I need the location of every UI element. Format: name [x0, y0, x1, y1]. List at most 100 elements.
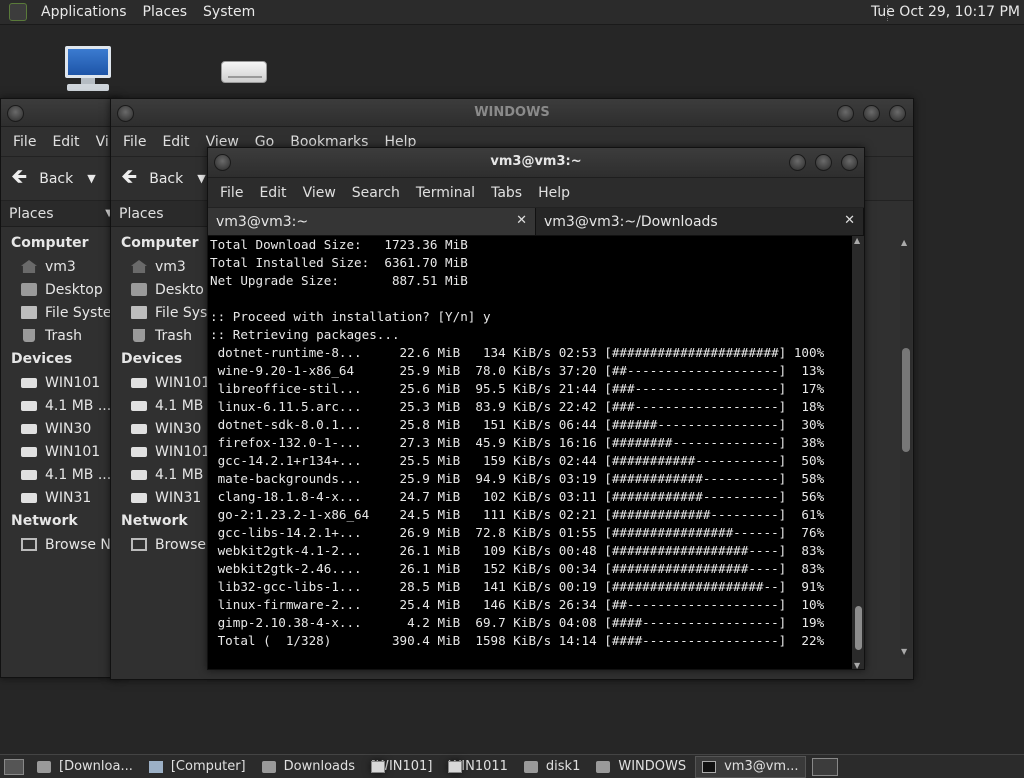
task-button[interactable]: Downloads [255, 756, 362, 778]
sidebar-item-device[interactable]: WIN31 [111, 486, 211, 509]
menu-edit[interactable]: Edit [44, 134, 87, 150]
scroll-up-icon[interactable]: ▲ [901, 238, 907, 247]
sidebar-item-browse-network[interactable]: Browse [111, 533, 211, 556]
sidebar-item-filesystem[interactable]: File Sys [111, 301, 211, 324]
task-button[interactable]: [Computer] [142, 756, 253, 778]
minimize-icon[interactable] [837, 105, 854, 122]
sidebar-item-device[interactable]: WIN101 [1, 371, 119, 394]
terminal-output[interactable]: Total Download Size: 1723.36 MiB Total I… [208, 236, 852, 669]
sidebar-item-label: WIN101 [155, 374, 211, 391]
sidebar-item-desktop[interactable]: Deskto [111, 278, 211, 301]
places-label: Places [9, 205, 54, 222]
chevron-down-icon[interactable]: ▼ [87, 172, 95, 185]
window-titlebar[interactable]: WINDOWS [111, 99, 913, 127]
places-menu[interactable]: Places [135, 4, 196, 20]
clock[interactable]: Tue Oct 29, 10:17 PM [871, 4, 1020, 20]
file-view-scrollbar[interactable]: ▲ ▼ [900, 238, 912, 658]
sidebar-item-device[interactable]: WIN101 [1, 440, 119, 463]
menu-file[interactable]: File [212, 185, 251, 201]
drive-icon [131, 377, 147, 388]
terminal-tab-bar: vm3@vm3:~ ✕ vm3@vm3:~/Downloads ✕ [208, 208, 864, 236]
places-selector[interactable]: Places ▼ [1, 201, 119, 227]
scroll-down-icon[interactable]: ▼ [854, 661, 860, 669]
sidebar-item-device[interactable]: WIN101 [111, 440, 211, 463]
window-titlebar[interactable]: vm3@vm3:~ [208, 148, 864, 178]
workspace-switcher[interactable] [811, 757, 838, 776]
drive-desktop-icon[interactable] [221, 61, 267, 83]
menu-edit[interactable]: Edit [154, 134, 197, 150]
sidebar-item-device[interactable]: WIN101 [111, 371, 211, 394]
sidebar-item-device[interactable]: WIN30 [1, 417, 119, 440]
sidebar-heading-network: Network [121, 513, 188, 529]
close-icon[interactable] [841, 154, 858, 171]
tab-downloads[interactable]: vm3@vm3:~/Downloads ✕ [536, 208, 864, 235]
back-button[interactable]: 🡸 Back ▼ [111, 162, 206, 196]
window-menu-icon[interactable] [7, 105, 24, 122]
menu-help[interactable]: Help [530, 185, 578, 201]
task-button[interactable]: [Downloa... [30, 756, 140, 778]
task-button[interactable]: WINDOWS [589, 756, 693, 778]
task-button[interactable]: [WIN101] [364, 756, 439, 778]
sidebar-item-browse-network[interactable]: Browse Ne [1, 533, 119, 556]
sidebar-item-home[interactable]: vm3 [111, 255, 211, 278]
folder-icon [596, 760, 611, 773]
system-menu[interactable]: System [195, 4, 263, 20]
drive-icon [131, 492, 147, 503]
sidebar-item-trash[interactable]: Trash [1, 324, 119, 347]
menu-file[interactable]: File [115, 134, 154, 150]
applications-menu[interactable]: Applications [33, 4, 135, 20]
scrollbar-thumb[interactable] [855, 606, 862, 650]
close-tab-icon[interactable]: ✕ [844, 213, 855, 228]
terminal-window[interactable]: vm3@vm3:~ File Edit View Search Terminal… [207, 147, 865, 670]
sidebar-item-label: Trash [45, 327, 82, 344]
scrollbar-thumb[interactable] [902, 348, 910, 452]
menu-view[interactable]: View [295, 185, 344, 201]
taskbar: [Downloa... [Computer] Downloads [WIN101… [0, 754, 1024, 778]
folder-icon [523, 760, 538, 773]
minimize-icon[interactable] [789, 154, 806, 171]
window-title: vm3@vm3:~ [490, 154, 582, 169]
computer-desktop-icon[interactable] [63, 46, 113, 92]
maximize-icon[interactable] [815, 154, 832, 171]
sidebar: Computer vm3 Desktop File Syste Trash De… [1, 227, 119, 556]
task-button-active[interactable]: vm3@vm... [695, 755, 806, 778]
task-button[interactable]: WIN1011 [441, 756, 515, 778]
sidebar-item-home[interactable]: vm3 [1, 255, 119, 278]
chevron-down-icon[interactable]: ▼ [197, 172, 205, 185]
close-tab-icon[interactable]: ✕ [516, 213, 527, 228]
tab-home[interactable]: vm3@vm3:~ ✕ [208, 208, 536, 235]
sidebar-item-trash[interactable]: Trash [111, 324, 211, 347]
show-desktop-icon[interactable] [4, 758, 24, 775]
maximize-icon[interactable] [863, 105, 880, 122]
sidebar-item-label: Desktop [45, 281, 103, 298]
close-icon[interactable] [889, 105, 906, 122]
scroll-up-icon[interactable]: ▲ [854, 236, 860, 245]
trash-icon [133, 329, 145, 342]
sidebar-item-device[interactable]: 4.1 MB ... [1, 463, 119, 486]
sidebar-item-label: WIN30 [45, 420, 92, 437]
menu-terminal[interactable]: Terminal [408, 185, 483, 201]
sidebar-item-device[interactable]: WIN31 [1, 486, 119, 509]
menu-search[interactable]: Search [344, 185, 408, 201]
sidebar-item-device[interactable]: 4.1 MB ... [1, 394, 119, 417]
scroll-down-icon[interactable]: ▼ [901, 647, 907, 656]
menu-edit[interactable]: Edit [251, 185, 294, 201]
terminal-scrollbar[interactable]: ▲ ▼ [852, 236, 864, 669]
task-button[interactable]: disk1 [517, 756, 587, 778]
drive-icon [131, 469, 147, 480]
menu-tabs[interactable]: Tabs [483, 185, 530, 201]
menu-file[interactable]: File [5, 134, 44, 150]
mate-logo-icon[interactable] [9, 3, 27, 21]
sidebar-item-filesystem[interactable]: File Syste [1, 301, 119, 324]
window-titlebar[interactable] [1, 99, 119, 127]
folder-icon [261, 760, 276, 773]
sidebar-item-device[interactable]: 4.1 MB [111, 463, 211, 486]
sidebar-item-device[interactable]: WIN30 [111, 417, 211, 440]
file-manager-window-back[interactable]: File Edit Vi 🡸 Back ▼ Places ▼ Computer … [0, 98, 120, 678]
back-button[interactable]: 🡸 Back ▼ [1, 162, 96, 196]
sidebar-item-label: Trash [155, 327, 192, 344]
sidebar-item-desktop[interactable]: Desktop [1, 278, 119, 301]
sidebar-item-device[interactable]: 4.1 MB [111, 394, 211, 417]
places-label: Places [119, 205, 164, 222]
trash-icon [23, 329, 35, 342]
